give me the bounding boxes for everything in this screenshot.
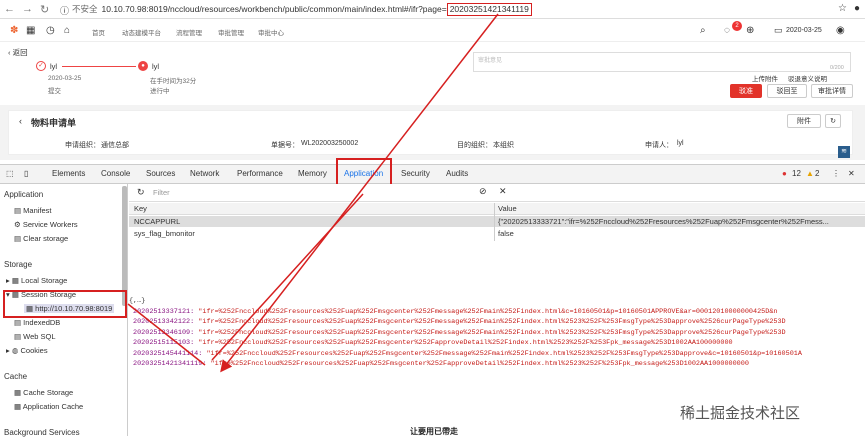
- caption: 让要用已帶走: [410, 427, 458, 436]
- arrow-url-to-entry: [220, 13, 499, 373]
- watermark: 稀土掘金技术社区: [680, 405, 801, 422]
- annotation-arrows: [127, 13, 499, 373]
- arrow-session-to-entry: [127, 303, 206, 366]
- arrow-tab-to-entry: [211, 193, 364, 361]
